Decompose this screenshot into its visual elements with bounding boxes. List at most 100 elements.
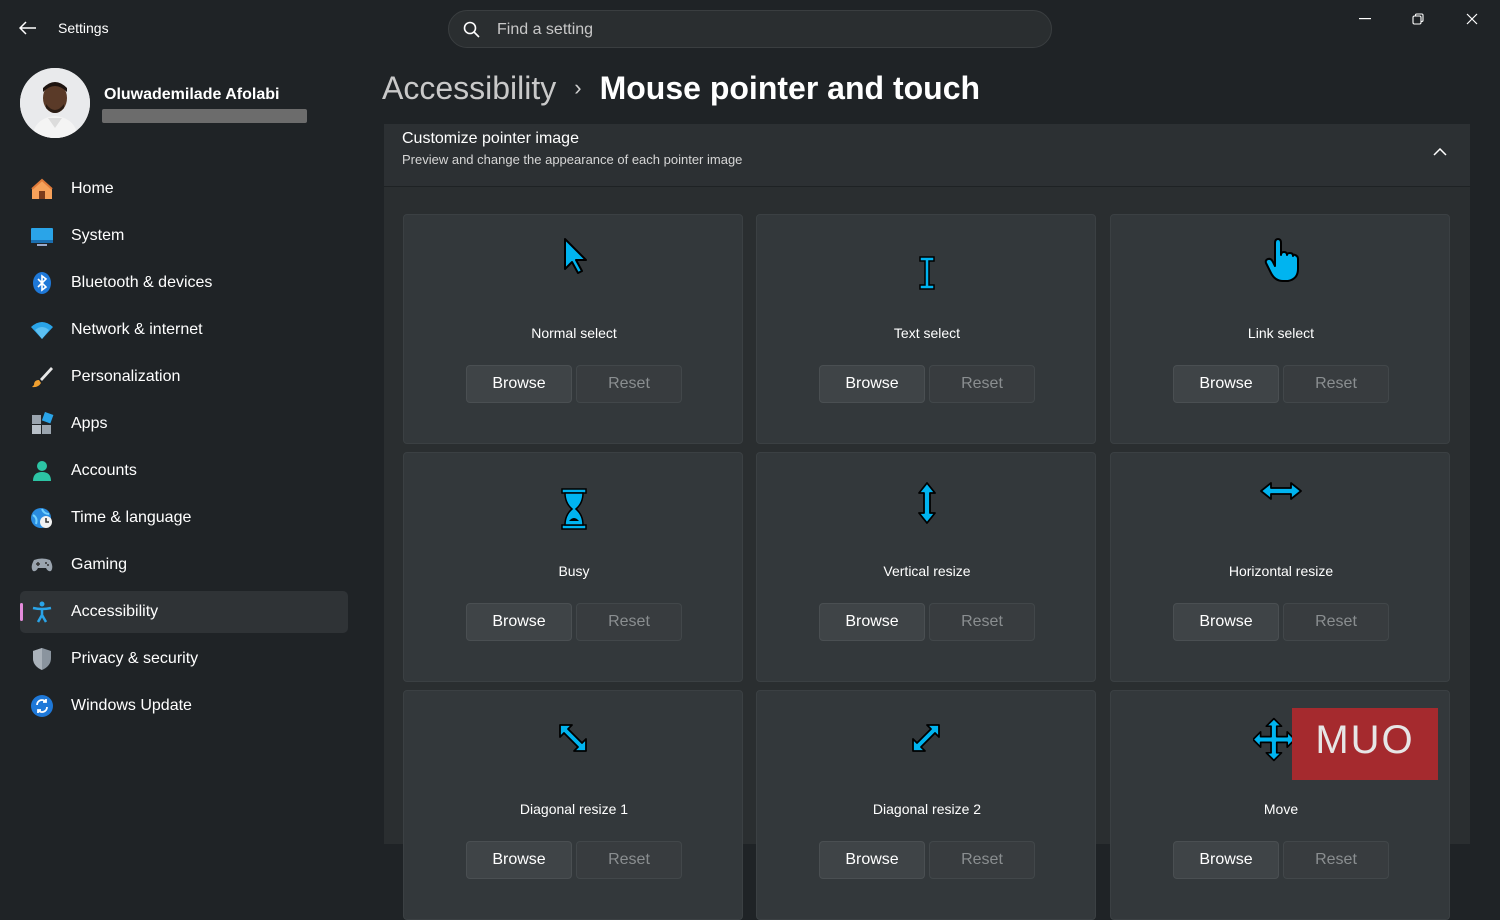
- browse-button[interactable]: Browse: [1173, 365, 1279, 403]
- reset-button[interactable]: Reset: [929, 603, 1035, 641]
- sidebar-item-label: Gaming: [71, 556, 128, 573]
- hourglass-pointer-icon: [561, 488, 587, 530]
- globe-clock-icon: [31, 508, 52, 528]
- reset-button[interactable]: Reset: [929, 841, 1035, 879]
- sidebar-item-label: Time & language: [71, 509, 192, 526]
- pointer-name: Busy: [558, 563, 590, 579]
- section-title: Customize pointer image: [402, 130, 579, 147]
- diagonal-resize-2-icon: [912, 724, 940, 752]
- reset-button[interactable]: Reset: [1283, 603, 1389, 641]
- close-button[interactable]: [1449, 8, 1495, 30]
- sidebar-item-home[interactable]: Home: [20, 168, 348, 210]
- sidebar-item-label: Personalization: [71, 368, 181, 385]
- sidebar-item-privacy-security[interactable]: Privacy & security: [20, 638, 348, 680]
- back-arrow-icon: [19, 21, 36, 35]
- reset-button[interactable]: Reset: [1283, 841, 1389, 879]
- minimize-button[interactable]: [1342, 8, 1388, 30]
- wifi-icon: [31, 322, 53, 339]
- move-pointer-icon: [1253, 717, 1296, 762]
- sidebar-item-accessibility[interactable]: Accessibility: [20, 591, 348, 633]
- arrow-pointer-icon: [564, 238, 587, 274]
- sidebar-item-network[interactable]: Network & internet: [20, 309, 348, 351]
- reset-button[interactable]: Reset: [576, 841, 682, 879]
- minimize-icon: [1359, 18, 1371, 20]
- chevron-up-icon: [1433, 148, 1447, 156]
- vertical-resize-icon: [918, 482, 936, 524]
- sidebar-item-apps[interactable]: Apps: [20, 403, 348, 445]
- pointer-card-normal-select: Normal select Browse Reset: [403, 214, 743, 444]
- pointer-name: Diagonal resize 2: [872, 801, 982, 817]
- sidebar-item-bluetooth[interactable]: Bluetooth & devices: [20, 262, 348, 304]
- breadcrumb: Accessibility › Mouse pointer and touch: [382, 66, 980, 110]
- browse-button[interactable]: Browse: [1173, 841, 1279, 879]
- sidebar-item-windows-update[interactable]: Windows Update: [20, 685, 348, 727]
- reset-button[interactable]: Reset: [929, 365, 1035, 403]
- search-icon: [463, 21, 480, 38]
- pointer-card-horizontal-resize: Horizontal resize Browse Reset: [1110, 452, 1450, 682]
- sidebar-item-label: Windows Update: [71, 697, 192, 714]
- gamepad-icon: [31, 558, 53, 572]
- bluetooth-icon: [33, 272, 51, 294]
- horizontal-resize-icon: [1260, 482, 1302, 500]
- shield-icon: [33, 648, 51, 670]
- sidebar-item-time-language[interactable]: Time & language: [20, 497, 348, 539]
- sidebar-item-system[interactable]: System: [20, 215, 348, 257]
- browse-button[interactable]: Browse: [466, 365, 572, 403]
- browse-button[interactable]: Browse: [1173, 603, 1279, 641]
- section-subtitle: Preview and change the appearance of eac…: [402, 152, 743, 167]
- pointer-card-vertical-resize: Vertical resize Browse Reset: [756, 452, 1096, 682]
- pointer-card-diagonal-resize-2: Diagonal resize 2 Browse Reset: [756, 690, 1096, 920]
- search-input[interactable]: [495, 11, 1039, 49]
- title-bar: Settings: [0, 0, 1500, 56]
- diagonal-resize-1-icon: [559, 724, 587, 752]
- user-profile[interactable]: Oluwademilade Afolabi: [20, 68, 360, 140]
- sidebar-item-label: Bluetooth & devices: [71, 274, 213, 291]
- restore-button[interactable]: [1395, 8, 1441, 30]
- avatar: [20, 68, 90, 138]
- back-button[interactable]: [14, 16, 42, 40]
- sidebar-item-label: Accounts: [71, 462, 137, 479]
- browse-button[interactable]: Browse: [466, 603, 572, 641]
- sidebar-item-label: System: [71, 227, 125, 244]
- close-icon: [1466, 13, 1478, 25]
- browse-button[interactable]: Browse: [819, 365, 925, 403]
- breadcrumb-separator: ›: [574, 75, 582, 100]
- pointer-name: Normal select: [531, 325, 617, 341]
- reset-button[interactable]: Reset: [576, 603, 682, 641]
- browse-button[interactable]: Browse: [819, 603, 925, 641]
- sidebar-item-gaming[interactable]: Gaming: [20, 544, 348, 586]
- reset-button[interactable]: Reset: [1283, 365, 1389, 403]
- browse-button[interactable]: Browse: [819, 841, 925, 879]
- sidebar-nav: Home System Bluetooth & devices Network …: [20, 168, 348, 732]
- pointer-card-diagonal-resize-1: Diagonal resize 1 Browse Reset: [403, 690, 743, 920]
- pointer-card-text-select: Text select Browse Reset: [756, 214, 1096, 444]
- sidebar-item-personalization[interactable]: Personalization: [20, 356, 348, 398]
- pointer-name: Text select: [893, 325, 961, 341]
- pointer-name: Vertical resize: [883, 563, 971, 579]
- app-title: Settings: [58, 20, 109, 36]
- hand-pointer-icon: [1264, 238, 1299, 282]
- reset-button[interactable]: Reset: [576, 365, 682, 403]
- pointer-name: Diagonal resize 1: [519, 801, 629, 817]
- muo-watermark-logo: MUO: [1292, 708, 1438, 780]
- pointer-card-link-select: Link select Browse Reset: [1110, 214, 1450, 444]
- brush-icon: [32, 367, 53, 388]
- pointer-card-busy: Busy Browse Reset: [403, 452, 743, 682]
- collapse-button[interactable]: [1428, 140, 1452, 164]
- home-icon: [31, 178, 53, 199]
- sidebar-item-label: Network & internet: [71, 321, 203, 338]
- active-indicator: [20, 603, 23, 621]
- section-header-customize-pointer[interactable]: Customize pointer image Preview and chan…: [384, 124, 1470, 187]
- apps-icon: [32, 412, 54, 434]
- ibeam-pointer-icon: [919, 256, 935, 290]
- update-icon: [31, 695, 53, 717]
- breadcrumb-parent[interactable]: Accessibility: [382, 70, 556, 107]
- pointer-name: Link select: [1247, 325, 1315, 341]
- browse-button[interactable]: Browse: [466, 841, 572, 879]
- sidebar-item-label: Home: [71, 180, 114, 197]
- pointer-name: Move: [1263, 801, 1299, 817]
- search-box[interactable]: [448, 10, 1052, 49]
- sidebar-item-accounts[interactable]: Accounts: [20, 450, 348, 492]
- sidebar-item-label: Accessibility: [71, 603, 159, 620]
- sidebar-item-label: Privacy & security: [71, 650, 199, 667]
